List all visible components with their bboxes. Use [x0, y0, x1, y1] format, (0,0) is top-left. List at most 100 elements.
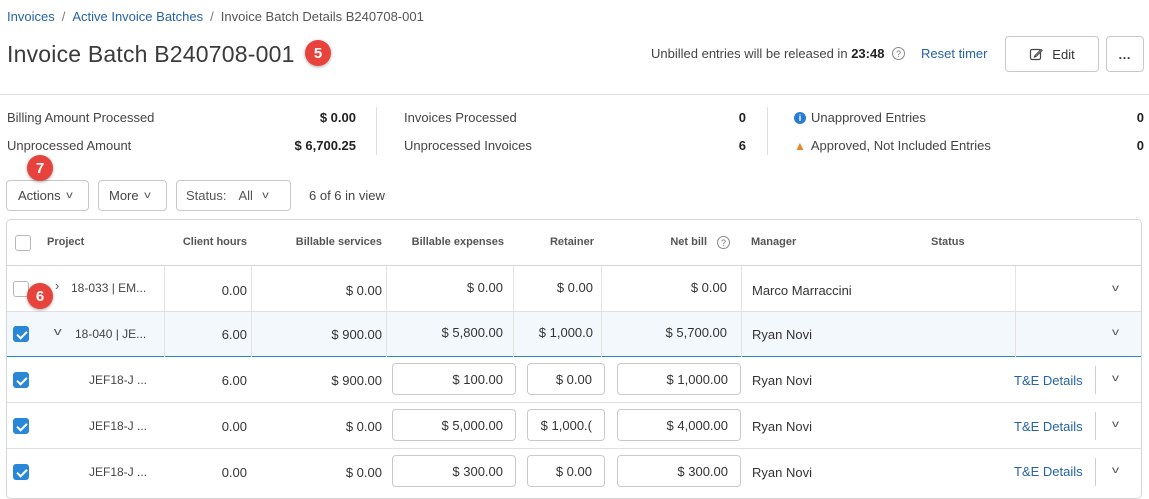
billable-services: $ 900.00	[331, 373, 382, 388]
timer-value: 23:48	[851, 46, 885, 61]
chevron-down-icon: v	[262, 190, 269, 201]
edit-label: Edit	[1052, 46, 1075, 62]
billable-services: $ 0.00	[345, 419, 382, 434]
select-all-checkbox[interactable]	[15, 235, 31, 251]
chevron-down-icon[interactable]: v	[54, 326, 62, 338]
column-separator	[1015, 266, 1016, 312]
status-filter-value: All	[238, 188, 253, 203]
net-bill-input[interactable]: $ 1,000.00	[617, 363, 741, 395]
in-view-count: 6 of 6 in view	[309, 188, 385, 203]
chevron-down-icon[interactable]: v	[1112, 327, 1119, 338]
actions-label: Actions	[18, 188, 61, 203]
project-code[interactable]: JEF18-J ...	[89, 373, 147, 387]
help-icon[interactable]: ?	[892, 47, 906, 61]
col-retainer[interactable]: Retainer	[513, 236, 594, 248]
project-code[interactable]: JEF18-J ...	[89, 419, 147, 433]
retainer-input[interactable]: $ 1,000.(	[527, 409, 605, 441]
reset-timer-link[interactable]: Reset timer	[921, 46, 987, 61]
step-badge-6: 6	[27, 283, 53, 309]
edit-icon	[1030, 48, 1044, 61]
column-separator	[741, 266, 742, 312]
unapproved-value: 0	[1136, 110, 1144, 125]
chevron-down-icon[interactable]: v	[1112, 373, 1119, 384]
client-hours: 6.00	[221, 327, 247, 342]
approved-not-included-label: Approved, Not Included Entries	[810, 138, 991, 153]
unprocessed-amount-label: Unprocessed Amount	[7, 138, 132, 153]
invoices-processed-value: 0	[738, 110, 746, 125]
invoices-processed-label: Invoices Processed	[404, 110, 517, 125]
approved-not-included-value: 0	[1136, 138, 1144, 153]
header-divider	[0, 94, 1149, 95]
col-status[interactable]: Status	[931, 236, 965, 248]
te-details-link[interactable]: T&E Details	[1014, 419, 1083, 434]
table-row[interactable]: › 18-033 | EM... 0.00 $ 0.00 $ 0.00 $ 0.…	[7, 266, 1141, 312]
project-code[interactable]: 18-033 | EM...	[71, 281, 146, 295]
col-net-bill[interactable]: Net bill	[627, 236, 707, 248]
col-project[interactable]: Project	[47, 236, 84, 248]
summary-divider	[376, 107, 377, 155]
project-code[interactable]: JEF18-J ...	[89, 465, 147, 479]
net-bill-input[interactable]: $ 4,000.00	[617, 409, 741, 441]
retainer-input[interactable]: $ 0.00	[527, 363, 605, 395]
te-details-link[interactable]: T&E Details	[1014, 464, 1083, 479]
manager: Ryan Novi	[752, 419, 812, 434]
billable-expenses: $ 0.00	[466, 280, 503, 295]
row-checkbox[interactable]	[13, 464, 29, 480]
billable-expenses-input[interactable]: $ 100.00	[392, 363, 516, 395]
col-manager[interactable]: Manager	[751, 236, 796, 248]
approved-not-included-entries: ▲ Approved, Not Included Entries	[794, 138, 991, 153]
row-checkbox[interactable]	[13, 372, 29, 388]
column-separator	[601, 312, 602, 357]
billable-expenses-input[interactable]: $ 5,000.00	[392, 409, 516, 441]
chevron-down-icon[interactable]: v	[1112, 419, 1119, 430]
table-row[interactable]: JEF18-J ... 6.00 $ 900.00 $ 100.00 $ 0.0…	[7, 357, 1141, 403]
table-row[interactable]: v 18-040 | JE... 6.00 $ 900.00 $ 5,800.0…	[7, 312, 1141, 357]
col-billable-services[interactable]: Billable services	[262, 236, 382, 248]
unapproved-label: Unapproved Entries	[811, 110, 926, 125]
col-billable-expenses[interactable]: Billable expenses	[387, 236, 504, 248]
column-separator	[741, 312, 742, 357]
breadcrumb-current: Invoice Batch Details B240708-001	[220, 9, 424, 24]
project-code[interactable]: 18-040 | JE...	[75, 327, 146, 341]
row-checkbox[interactable]	[13, 418, 29, 434]
col-client-hours[interactable]: Client hours	[157, 236, 247, 248]
status-filter-dropdown[interactable]: Status: All v	[176, 180, 291, 211]
billing-processed-value: $ 0.00	[319, 110, 356, 125]
column-separator	[251, 266, 252, 312]
more-options-button[interactable]: …	[1106, 36, 1144, 72]
breadcrumb-separator: /	[61, 9, 66, 24]
manager: Ryan Novi	[752, 373, 812, 388]
row-action-divider	[1095, 458, 1096, 486]
unprocessed-amount-value: $ 6,700.25	[294, 138, 356, 153]
breadcrumb-invoices[interactable]: Invoices	[7, 9, 55, 24]
help-icon[interactable]: ?	[717, 236, 730, 249]
breadcrumb: Invoices / Active Invoice Batches / Invo…	[7, 9, 424, 24]
te-details-link[interactable]: T&E Details	[1014, 373, 1083, 388]
row-checkbox[interactable]	[13, 326, 29, 342]
more-label: More	[109, 188, 139, 203]
row-action-divider	[1095, 366, 1096, 394]
table-row[interactable]: JEF18-J ... 0.00 $ 0.00 $ 5,000.00 $ 1,0…	[7, 403, 1141, 449]
manager: Marco Marraccini	[752, 283, 852, 298]
edit-button[interactable]: Edit	[1005, 36, 1099, 72]
unprocessed-invoices-value: 6	[738, 138, 746, 153]
row-action-divider	[1095, 412, 1096, 440]
client-hours: 0.00	[221, 419, 247, 434]
more-dropdown[interactable]: More v	[98, 180, 167, 211]
chevron-down-icon[interactable]: v	[1112, 465, 1119, 476]
billable-services: $ 0.00	[345, 465, 382, 480]
table-row[interactable]: JEF18-J ... 0.00 $ 0.00 $ 300.00 $ 0.00 …	[7, 449, 1141, 495]
table-header: Project Client hours Billable services B…	[7, 220, 1141, 266]
breadcrumb-active-batches[interactable]: Active Invoice Batches	[72, 9, 203, 24]
chevron-down-icon[interactable]: v	[1112, 283, 1119, 294]
billable-expenses: $ 5,800.00	[441, 325, 503, 340]
retainer: $ 1,000.0	[538, 325, 593, 340]
billable-expenses-input[interactable]: $ 300.00	[392, 455, 516, 487]
client-hours: 0.00	[221, 465, 247, 480]
retainer-input[interactable]: $ 0.00	[527, 455, 605, 487]
net-bill-input[interactable]: $ 300.00	[617, 455, 741, 487]
retainer: $ 0.00	[556, 280, 593, 295]
release-timer-text: Unbilled entries will be released in 23:…	[651, 46, 906, 61]
chevron-right-icon[interactable]: ›	[55, 278, 59, 293]
actions-dropdown[interactable]: Actions v	[6, 180, 89, 211]
